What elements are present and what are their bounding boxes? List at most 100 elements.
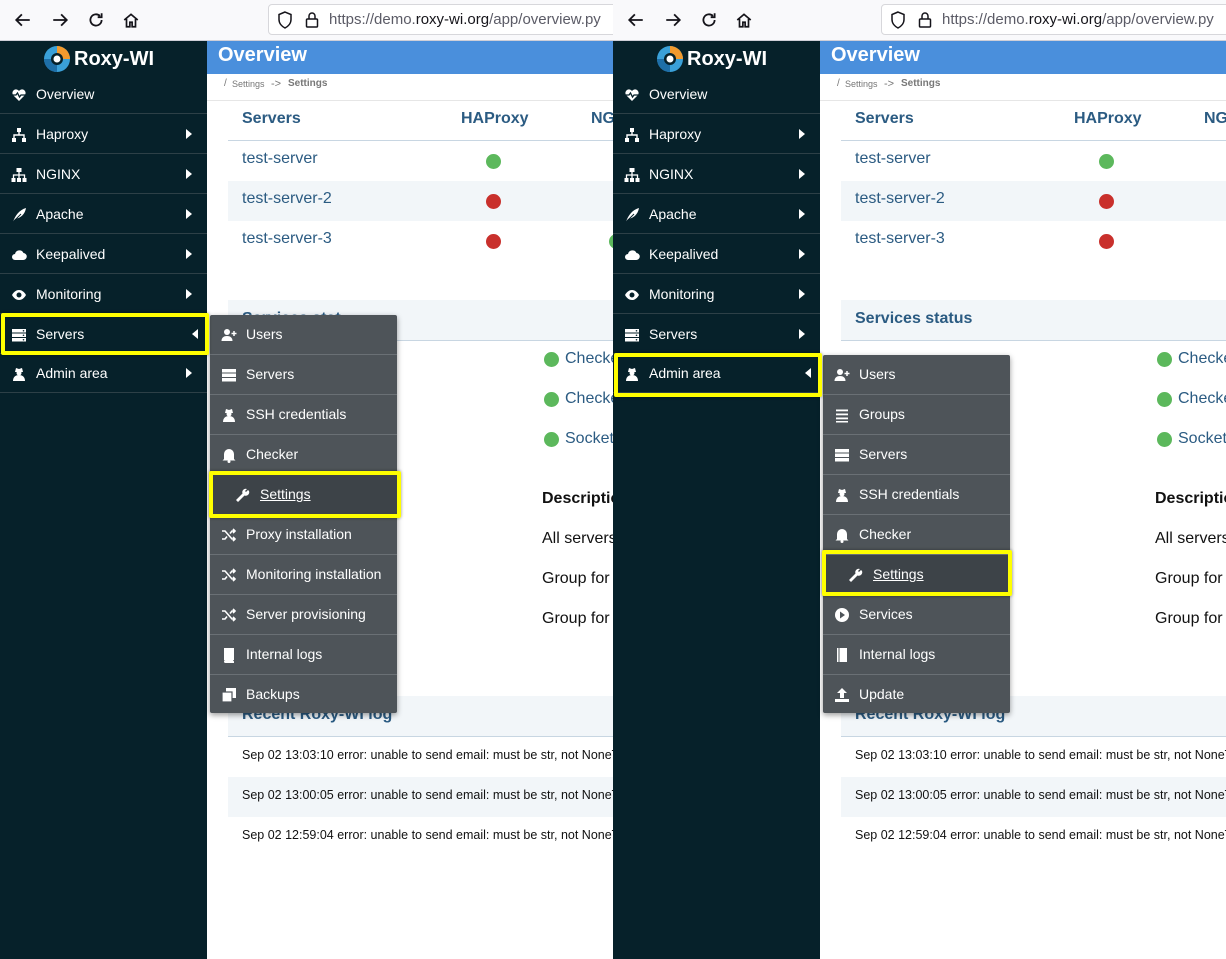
sidebar-item-nginx[interactable]: NGINX <box>0 155 207 194</box>
group-description: Group for <box>1155 570 1223 587</box>
server-link[interactable]: test-server <box>855 150 931 168</box>
sidebar: Roxy-WI Overview Haproxy NGINX Apache Ke… <box>0 41 207 959</box>
sidebar-item-keepalived[interactable]: Keepalived <box>613 235 820 274</box>
dropdown-item-settings[interactable]: Settings <box>210 475 397 515</box>
servers-column-header: Servers <box>242 110 301 127</box>
sidebar-item-label: Haproxy <box>649 126 702 142</box>
roxy-logo-icon <box>657 46 683 72</box>
log-line: Sep 02 13:03:10 error: unable to send em… <box>242 748 613 762</box>
forward-arrow-icon[interactable] <box>48 8 72 32</box>
service-check[interactable]: Checke <box>1178 390 1226 408</box>
heartbeat-icon <box>625 89 639 101</box>
servers-dropdown-menu: Users Servers SSH credentials Checker Se… <box>210 315 397 713</box>
book-icon <box>224 648 234 663</box>
caret-right-icon <box>799 329 805 339</box>
sidebar-item-admin-area[interactable]: Admin area <box>613 354 820 393</box>
sidebar-item-apache[interactable]: Apache <box>0 195 207 234</box>
breadcrumb-parent[interactable]: Settings <box>232 79 265 89</box>
user-secret-icon <box>626 368 638 381</box>
dropdown-item-checker[interactable]: Checker <box>823 515 1010 555</box>
sidebar-item-nginx[interactable]: NGINX <box>613 155 820 194</box>
dropdown-item-monitoring-installation[interactable]: Monitoring installation <box>210 555 397 595</box>
random-icon <box>222 608 237 622</box>
server-link[interactable]: test-server-3 <box>242 230 332 248</box>
service-check[interactable]: Checke <box>1178 350 1226 368</box>
status-error-icon <box>1099 234 1114 249</box>
dropdown-item-update[interactable]: Update <box>823 675 1010 715</box>
dropdown-item-internal-logs[interactable]: Internal logs <box>823 635 1010 675</box>
shield-icon[interactable] <box>277 11 293 29</box>
service-check[interactable]: Checke <box>565 390 613 408</box>
dropdown-item-settings[interactable]: Settings <box>823 555 1010 595</box>
sidebar-item-label: Apache <box>649 206 697 222</box>
lock-icon <box>305 12 319 28</box>
shield-icon[interactable] <box>890 11 906 29</box>
back-arrow-icon[interactable] <box>624 8 648 32</box>
servers-column-header: Servers <box>855 110 914 127</box>
dropdown-item-backups[interactable]: Backups <box>210 675 397 715</box>
sidebar-item-servers[interactable]: Servers <box>0 315 207 354</box>
network-icon <box>12 128 26 142</box>
dropdown-item-groups[interactable]: Groups <box>823 395 1010 435</box>
dropdown-item-server-provisioning[interactable]: Server provisioning <box>210 595 397 635</box>
server-link[interactable]: test-server-2 <box>242 190 332 208</box>
sidebar-item-overview[interactable]: Overview <box>613 75 820 114</box>
services-status-title: Services status <box>855 310 973 327</box>
dropdown-item-internal-logs[interactable]: Internal logs <box>210 635 397 675</box>
server-link[interactable]: test-server-3 <box>855 230 945 248</box>
book-icon <box>837 648 847 662</box>
server-link[interactable]: test-server-2 <box>855 190 945 208</box>
dropdown-item-servers[interactable]: Servers <box>210 355 397 395</box>
home-icon[interactable] <box>119 8 143 32</box>
caret-right-icon <box>186 289 192 299</box>
bell-icon <box>222 449 236 463</box>
reload-icon[interactable] <box>84 8 108 32</box>
sidebar-item-keepalived[interactable]: Keepalived <box>0 235 207 274</box>
upload-icon <box>835 688 849 702</box>
sidebar-item-label: Overview <box>36 86 95 102</box>
service-check[interactable]: Socket <box>1178 430 1226 448</box>
back-arrow-icon[interactable] <box>11 8 35 32</box>
reload-icon[interactable] <box>697 8 721 32</box>
page-title: Overview <box>831 44 920 66</box>
sidebar-item-monitoring[interactable]: Monitoring <box>613 275 820 314</box>
status-error-icon <box>486 234 501 249</box>
sidebar-item-servers[interactable]: Servers <box>613 315 820 354</box>
url-bar[interactable]: https://demo.roxy-wi.org/app/overview.py <box>268 4 613 35</box>
url-text: https://demo.roxy-wi.org/app/overview.py <box>329 11 601 28</box>
dropdown-item-users[interactable]: Users <box>823 355 1010 395</box>
breadcrumb-current: Settings <box>901 78 941 89</box>
dropdown-item-proxy-installation[interactable]: Proxy installation <box>210 515 397 555</box>
sidebar-item-apache[interactable]: Apache <box>613 195 820 234</box>
dropdown-item-ssh-credentials[interactable]: SSH credentials <box>210 395 397 435</box>
dropdown-item-users[interactable]: Users <box>210 315 397 355</box>
server-link[interactable]: test-server <box>242 150 318 168</box>
forward-arrow-icon[interactable] <box>661 8 685 32</box>
status-ok-icon <box>1099 154 1114 169</box>
breadcrumb-parent[interactable]: Settings <box>845 79 878 89</box>
service-check[interactable]: Socket <box>565 430 613 448</box>
sidebar-item-haproxy[interactable]: Haproxy <box>613 115 820 154</box>
status-ok-icon <box>544 432 559 447</box>
url-bar[interactable]: https://demo.roxy-wi.org/app/overview.py <box>881 4 1226 35</box>
app-logo[interactable]: Roxy-WI <box>42 43 154 75</box>
dropdown-item-checker[interactable]: Checker <box>210 435 397 475</box>
dropdown-item-servers[interactable]: Servers <box>823 435 1010 475</box>
caret-right-icon <box>799 129 805 139</box>
dropdown-item-services[interactable]: Services <box>823 595 1010 635</box>
sidebar-item-label: Monitoring <box>649 286 715 302</box>
sidebar-item-admin-area[interactable]: Admin area <box>0 354 207 393</box>
sidebar-item-haproxy[interactable]: Haproxy <box>0 115 207 154</box>
sitemap-icon <box>11 168 27 182</box>
sidebar-item-monitoring[interactable]: Monitoring <box>0 275 207 314</box>
home-icon[interactable] <box>732 8 756 32</box>
browser-toolbar: https://demo.roxy-wi.org/app/overview.py <box>613 0 1226 41</box>
sidebar-item-overview[interactable]: Overview <box>0 75 207 114</box>
service-check[interactable]: Checke <box>565 350 613 368</box>
sidebar-item-label: Haproxy <box>36 126 89 142</box>
app-logo[interactable]: Roxy-WI <box>655 43 767 75</box>
caret-left-icon <box>805 368 811 378</box>
wrench-icon <box>236 488 250 502</box>
screenshot-panel-left: https://demo.roxy-wi.org/app/overview.py… <box>0 0 613 959</box>
dropdown-item-ssh-credentials[interactable]: SSH credentials <box>823 475 1010 515</box>
